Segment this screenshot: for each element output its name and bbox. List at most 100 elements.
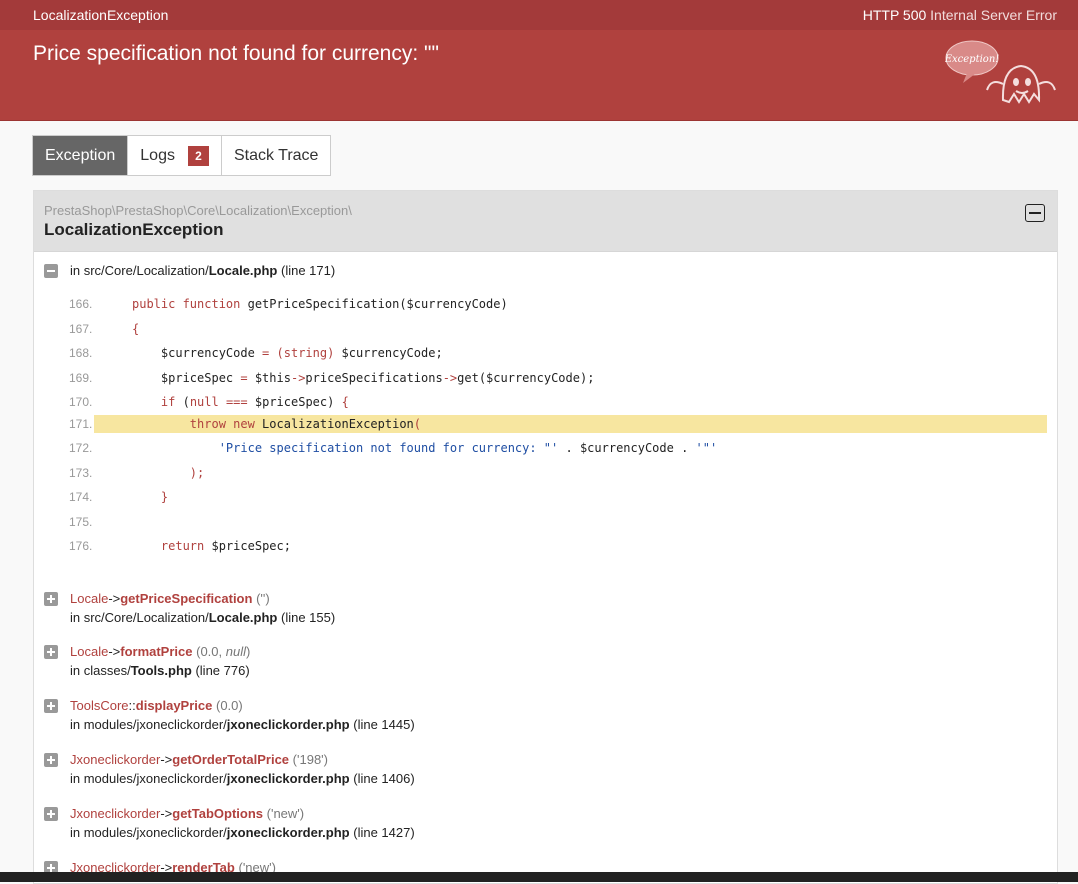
- collapse-toggle-icon[interactable]: [1025, 204, 1045, 222]
- line-number: 170.: [69, 395, 93, 409]
- frame-separator: ::: [128, 698, 136, 713]
- frame-call: Locale->formatPrice (0.0, null): [70, 644, 250, 659]
- frame-function[interactable]: displayPrice: [136, 698, 213, 713]
- code-text: public function getPriceSpecification($c…: [132, 297, 508, 311]
- line-number: 174.: [69, 490, 93, 504]
- frame-file: Locale.php: [208, 610, 278, 625]
- frame-args: (''): [256, 591, 270, 606]
- line-number: 176.: [69, 539, 93, 553]
- frame-args-null: null: [225, 644, 246, 659]
- frame-location: in src/Core/Localization/Locale.php (lin…: [70, 263, 335, 278]
- tab-logs[interactable]: Logs 2: [128, 136, 222, 175]
- expand-icon[interactable]: [44, 753, 58, 767]
- exception-namespace: PrestaShop\PrestaShop\Core\Localization\…: [44, 203, 352, 218]
- expand-icon[interactable]: [44, 592, 58, 606]
- frame-path: in src/Core/Localization/: [70, 610, 209, 625]
- frame-line: (line 1445): [353, 717, 415, 732]
- frame-location: in src/Core/Localization/Locale.php (lin…: [70, 610, 335, 625]
- frame-call: Locale->getPriceSpecification (''): [70, 591, 270, 606]
- ghost-icon: Exception!: [945, 40, 1056, 104]
- logs-count-badge: 2: [187, 145, 209, 166]
- code-text: return $priceSpec;: [160, 539, 291, 553]
- code-text: }: [132, 490, 169, 504]
- line-number: 172.: [69, 441, 93, 455]
- frame-line: (line 1406): [353, 771, 415, 786]
- frame-location: in modules/jxoneclickorder/jxoneclickord…: [70, 771, 415, 786]
- frame-line: (line 171): [280, 263, 336, 278]
- frame-location: in modules/jxoneclickorder/jxoneclickord…: [70, 825, 415, 840]
- code-line-highlighted: 171. throw new LocalizationException(: [69, 415, 1047, 433]
- tab-stack-trace[interactable]: Stack Trace: [222, 136, 330, 175]
- frame-path: in modules/jxoneclickorder/: [70, 771, 227, 786]
- frame-file: Locale.php: [208, 263, 278, 278]
- frame-args: (0.0): [216, 698, 243, 713]
- line-number: 166.: [69, 297, 93, 311]
- frame-class: ToolsCore: [70, 698, 129, 713]
- expand-icon[interactable]: [44, 807, 58, 821]
- tab-label: Exception: [45, 146, 116, 164]
- code-text: );: [132, 466, 205, 480]
- collapse-icon[interactable]: [44, 264, 58, 278]
- line-number: 169.: [69, 371, 93, 385]
- frame-call: ToolsCore::displayPrice (0.0): [70, 698, 243, 713]
- frame-args-end: ): [245, 644, 251, 659]
- frame-call: Jxoneclickorder->getOrderTotalPrice ('19…: [70, 752, 328, 767]
- status-code: HTTP 500: [862, 7, 927, 23]
- code-text: $priceSpec = $this->priceSpecifications-…: [132, 371, 595, 385]
- frame-function[interactable]: getTabOptions: [172, 806, 263, 821]
- top-bar: LocalizationException HTTP 500 Internal …: [0, 0, 1078, 30]
- frame-class: Locale: [70, 644, 109, 659]
- code-text: throw new LocalizationException(: [189, 417, 422, 431]
- frame-file: jxoneclickorder.php: [226, 771, 350, 786]
- frame-args: ('new'): [266, 806, 305, 821]
- frame-separator: ->: [160, 752, 173, 767]
- frame-separator: ->: [160, 806, 173, 821]
- code-text: 'Price specification not found for curre…: [218, 441, 718, 455]
- frame-location: in modules/jxoneclickorder/jxoneclickord…: [70, 717, 415, 732]
- frame-file: jxoneclickorder.php: [226, 717, 350, 732]
- tab-label: Logs: [140, 146, 175, 164]
- bottom-bar: [0, 872, 1078, 882]
- frame-separator: ->: [108, 644, 121, 659]
- frame-function[interactable]: getOrderTotalPrice: [172, 752, 289, 767]
- code-text: if (null === $priceSpec) {: [160, 395, 349, 409]
- exception-message: Price specification not found for curren…: [33, 42, 439, 65]
- frame-args-start: (0.0,: [196, 644, 226, 659]
- frame-function[interactable]: formatPrice: [120, 644, 192, 659]
- frame-path: in modules/jxoneclickorder/: [70, 717, 227, 732]
- tab-exception[interactable]: Exception: [33, 136, 129, 175]
- frame-file: jxoneclickorder.php: [226, 825, 350, 840]
- code-text: $currencyCode = (string) $currencyCode;: [132, 346, 443, 360]
- bubble-text: Exception!: [945, 54, 999, 65]
- frame-location: in classes/Tools.php (line 776): [70, 663, 250, 678]
- exception-class-name: LocalizationException: [44, 220, 224, 239]
- status-text: Internal Server Error: [930, 7, 1057, 23]
- frame-call: Jxoneclickorder->getTabOptions ('new'): [70, 806, 304, 821]
- frame-class: Jxoneclickorder: [70, 752, 161, 767]
- expand-icon[interactable]: [44, 645, 58, 659]
- tab-bar: Exception Logs 2 Stack Trace: [32, 135, 332, 176]
- code-text: {: [132, 322, 140, 336]
- frame-path: in modules/jxoneclickorder/: [70, 825, 227, 840]
- frame-path: in src/Core/Localization/: [70, 263, 209, 278]
- line-number: 173.: [69, 466, 93, 480]
- line-number: 171.: [69, 417, 93, 431]
- expand-icon[interactable]: [44, 699, 58, 713]
- exception-panel: PrestaShop\PrestaShop\Core\Localization\…: [33, 190, 1058, 884]
- frame-separator: ->: [108, 591, 121, 606]
- line-number: 175.: [69, 515, 93, 529]
- frame-line: (line 776): [195, 663, 250, 678]
- frame-args: (0.0, null): [196, 644, 250, 659]
- exception-class-label: LocalizationException: [33, 7, 169, 23]
- exception-panel-header: PrestaShop\PrestaShop\Core\Localization\…: [34, 191, 1057, 252]
- frame-line: (line 155): [280, 610, 336, 625]
- frame-function[interactable]: getPriceSpecification: [120, 591, 252, 606]
- http-status: HTTP 500 Internal Server Error: [863, 7, 1057, 23]
- frame-class: Jxoneclickorder: [70, 806, 161, 821]
- frame-args: ('198'): [292, 752, 328, 767]
- line-number: 168.: [69, 346, 93, 360]
- frame-path: in classes/: [70, 663, 131, 678]
- exception-header: Price specification not found for curren…: [0, 30, 1078, 121]
- line-number: 167.: [69, 322, 93, 336]
- frame-line: (line 1427): [353, 825, 415, 840]
